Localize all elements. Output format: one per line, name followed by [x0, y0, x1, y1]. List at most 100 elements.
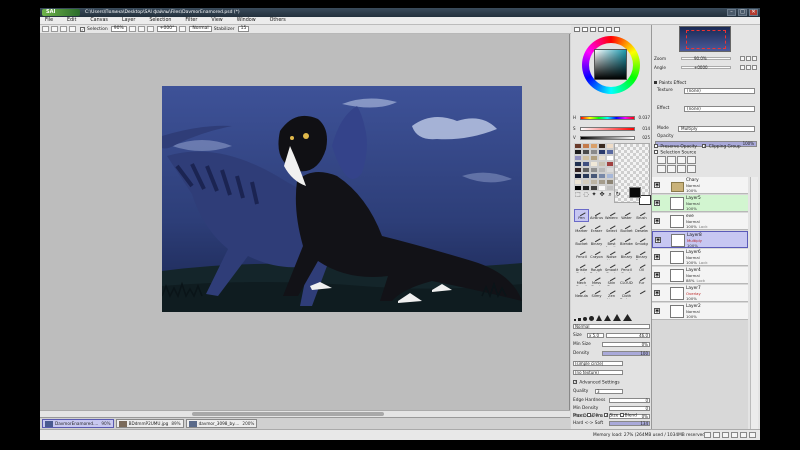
rotate-left-icon[interactable] [740, 65, 745, 70]
brush-blend-select[interactable]: Normal [573, 324, 650, 329]
artwork-canvas[interactable] [162, 86, 522, 312]
transfer-down-icon[interactable] [687, 156, 696, 164]
layer-row-eve[interactable]: ◉ eve Normal 100% Lock [652, 213, 748, 230]
advanced-settings-checkbox[interactable] [573, 380, 577, 384]
ctrl-icon[interactable] [722, 432, 729, 438]
tool-eraser[interactable]: Eraser [589, 222, 604, 235]
menu-others[interactable]: Others [270, 18, 286, 23]
layer-row-chary[interactable]: ◉ Chary Normal 100% [652, 177, 748, 194]
visibility-eye-icon[interactable]: ◉ [654, 308, 660, 314]
zoom-in-icon[interactable] [137, 26, 145, 32]
advanced-settings-row[interactable]: Advanced Settings [573, 380, 650, 386]
hue-track[interactable] [580, 116, 635, 120]
selection-rect-icon[interactable]: ⬚ [574, 191, 582, 199]
flip-icon[interactable] [179, 26, 187, 32]
invert-selection-icon[interactable] [69, 26, 76, 32]
tablet-icon[interactable] [749, 432, 756, 438]
maximize-button[interactable]: □ [738, 9, 747, 16]
layer-mode-select[interactable]: Multiply [678, 126, 755, 132]
density-value[interactable]: 100 [602, 351, 650, 356]
visibility-eye-icon[interactable]: ◉ [655, 237, 661, 243]
value-track[interactable] [580, 136, 635, 140]
new-layer-icon[interactable] [657, 156, 666, 164]
tool-airbrush[interactable]: AirBrush [589, 209, 604, 222]
visibility-eye-icon[interactable]: ◉ [654, 182, 660, 188]
menu-view[interactable]: View [211, 18, 222, 23]
shift-icon[interactable] [713, 432, 720, 438]
menu-selection[interactable]: Selection [149, 18, 171, 23]
hard-soft-value[interactable]: 134 [609, 421, 650, 426]
layer-row-layer4[interactable]: ◉ Layer4 Normal 88% Lock [652, 267, 748, 284]
clipping-group-checkbox[interactable] [702, 144, 707, 148]
tool-skin-tone[interactable]: Skin Tone [604, 274, 619, 287]
preserve-opacity-checkbox[interactable] [654, 144, 658, 148]
tool-binary-eraser[interactable]: Binary Eraser [634, 248, 649, 261]
tool-zen-lines[interactable]: Zen Lines [604, 287, 619, 300]
layer-row-layer7[interactable]: ◉ Layer7 Overlay 100% [652, 285, 748, 302]
min-density-value[interactable]: 0 [609, 406, 650, 411]
color-mixer-tab-icon[interactable] [598, 27, 604, 32]
tool-mess-brush[interactable]: Mess Brush [589, 274, 604, 287]
foreground-background-colors[interactable] [629, 187, 651, 205]
menu-layer[interactable]: Layer [122, 18, 135, 23]
color-wheel-tab-icon[interactable] [574, 27, 580, 32]
tool-pencil-brush[interactable]: Pencil Brush [619, 261, 634, 274]
visibility-eye-icon[interactable]: ◉ [654, 218, 660, 224]
brush-size-preset[interactable] [613, 314, 621, 321]
deselect-icon[interactable] [60, 26, 67, 32]
zoom-in-icon[interactable] [746, 56, 751, 61]
saturation-track[interactable] [580, 127, 635, 131]
brush-size-preset[interactable] [574, 319, 576, 321]
rotate-icon[interactable]: ↻ [614, 191, 622, 199]
brush-size-preset[interactable] [604, 315, 611, 321]
brush-size-value[interactable]: 46.0 [606, 333, 650, 338]
canvas-area[interactable] [40, 34, 570, 419]
alt-icon[interactable] [731, 432, 738, 438]
navigator-thumbnail[interactable] [679, 26, 731, 52]
tool-bucket[interactable]: Bucket [574, 235, 589, 248]
value-slider[interactable]: V 025 [573, 135, 650, 140]
tool-crayon[interactable]: Crayon [589, 248, 604, 261]
clear-layer-icon[interactable] [667, 165, 676, 173]
selection-checkbox[interactable]: ✓ [80, 26, 85, 32]
saturation-value-square[interactable] [594, 49, 627, 80]
tool-mech-pencil[interactable]: Mech Pencil [574, 274, 589, 287]
merge-down-icon[interactable] [657, 165, 666, 173]
tool-deselect[interactable]: Deselect [634, 222, 649, 235]
press-blend-checkbox[interactable] [619, 413, 624, 417]
menu-canvas[interactable]: Canvas [90, 18, 108, 23]
menu-file[interactable]: File [45, 18, 53, 23]
brush-size-preset[interactable] [623, 314, 632, 321]
min-size-value[interactable]: 0% [602, 342, 650, 347]
zoom-out-icon[interactable] [128, 26, 136, 32]
tool-fur[interactable]: Fur [634, 274, 649, 287]
layer-list-scrollbar[interactable] [750, 177, 758, 429]
swatches-tab-icon[interactable] [606, 27, 612, 32]
brush-size-preset[interactable] [596, 315, 602, 321]
brush-size-preset[interactable] [583, 317, 587, 321]
doc-tab-bddmm[interactable]: BDdmmP2UMU.jpg 89% [115, 419, 184, 428]
zoom-select[interactable]: 90% [110, 26, 127, 32]
tool-blender[interactable]: Blender [619, 235, 634, 248]
selection-source-checkbox[interactable] [654, 150, 658, 154]
tool-bristle-brush[interactable]: Bristle Brush [574, 261, 589, 274]
texture-select[interactable]: (none) [684, 88, 755, 94]
move-icon[interactable]: ✥ [598, 191, 606, 199]
menu-edit[interactable]: Edit [67, 18, 76, 23]
close-button[interactable]: ✕ [749, 9, 758, 16]
foreground-color[interactable] [629, 187, 641, 198]
space-icon[interactable] [740, 432, 747, 438]
tool-clouds[interactable]: CLOUDS [619, 274, 634, 287]
tool-water[interactable]: Water [619, 209, 634, 222]
tool-select[interactable]: Select [604, 222, 619, 235]
layer-row-layer6[interactable]: ◉ Layer6 Normal 100% Lock [652, 249, 748, 266]
tool-best-acrylic[interactable]: Best Acrylic [604, 235, 619, 248]
tool-marker[interactable]: Marker [574, 222, 589, 235]
tool-empty[interactable] [634, 287, 649, 300]
brush-size-preset[interactable] [578, 318, 581, 321]
tool-binary[interactable]: Binary [619, 248, 634, 261]
layer-mask-icon[interactable] [687, 165, 696, 173]
visibility-eye-icon[interactable]: ◉ [654, 290, 660, 296]
rotation-select[interactable]: +000° [156, 26, 178, 32]
zoom-out-icon[interactable] [740, 56, 745, 61]
